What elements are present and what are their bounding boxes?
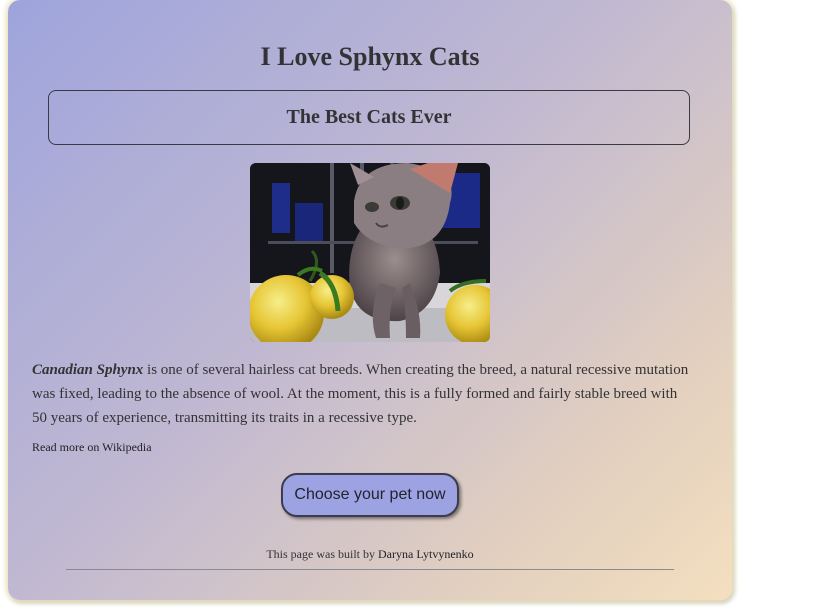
sphynx-cat-illustration: [250, 163, 490, 342]
page-title: I Love Sphynx Cats: [260, 42, 480, 71]
footer-credit-prefix: This page was built by: [266, 547, 378, 561]
page-subtitle: The Best Cats Ever: [286, 106, 452, 128]
choose-pet-button[interactable]: Choose your pet now: [281, 473, 459, 517]
subtitle-frame: The Best Cats Ever: [48, 90, 690, 145]
wikipedia-link[interactable]: Read more on Wikipedia: [32, 440, 152, 455]
author-link[interactable]: Daryna Lytvynenko: [378, 547, 474, 561]
content-card: I Love Sphynx Cats The Best Cats Ever Ca…: [8, 0, 732, 600]
footer-credit: This page was built by Daryna Lytvynenko: [8, 547, 732, 562]
footer-divider: [66, 569, 674, 570]
breed-name: Canadian Sphynx: [32, 362, 144, 378]
breed-description: Canadian Sphynx is one of several hairle…: [32, 358, 692, 430]
sphynx-cat-photo: [250, 163, 490, 342]
